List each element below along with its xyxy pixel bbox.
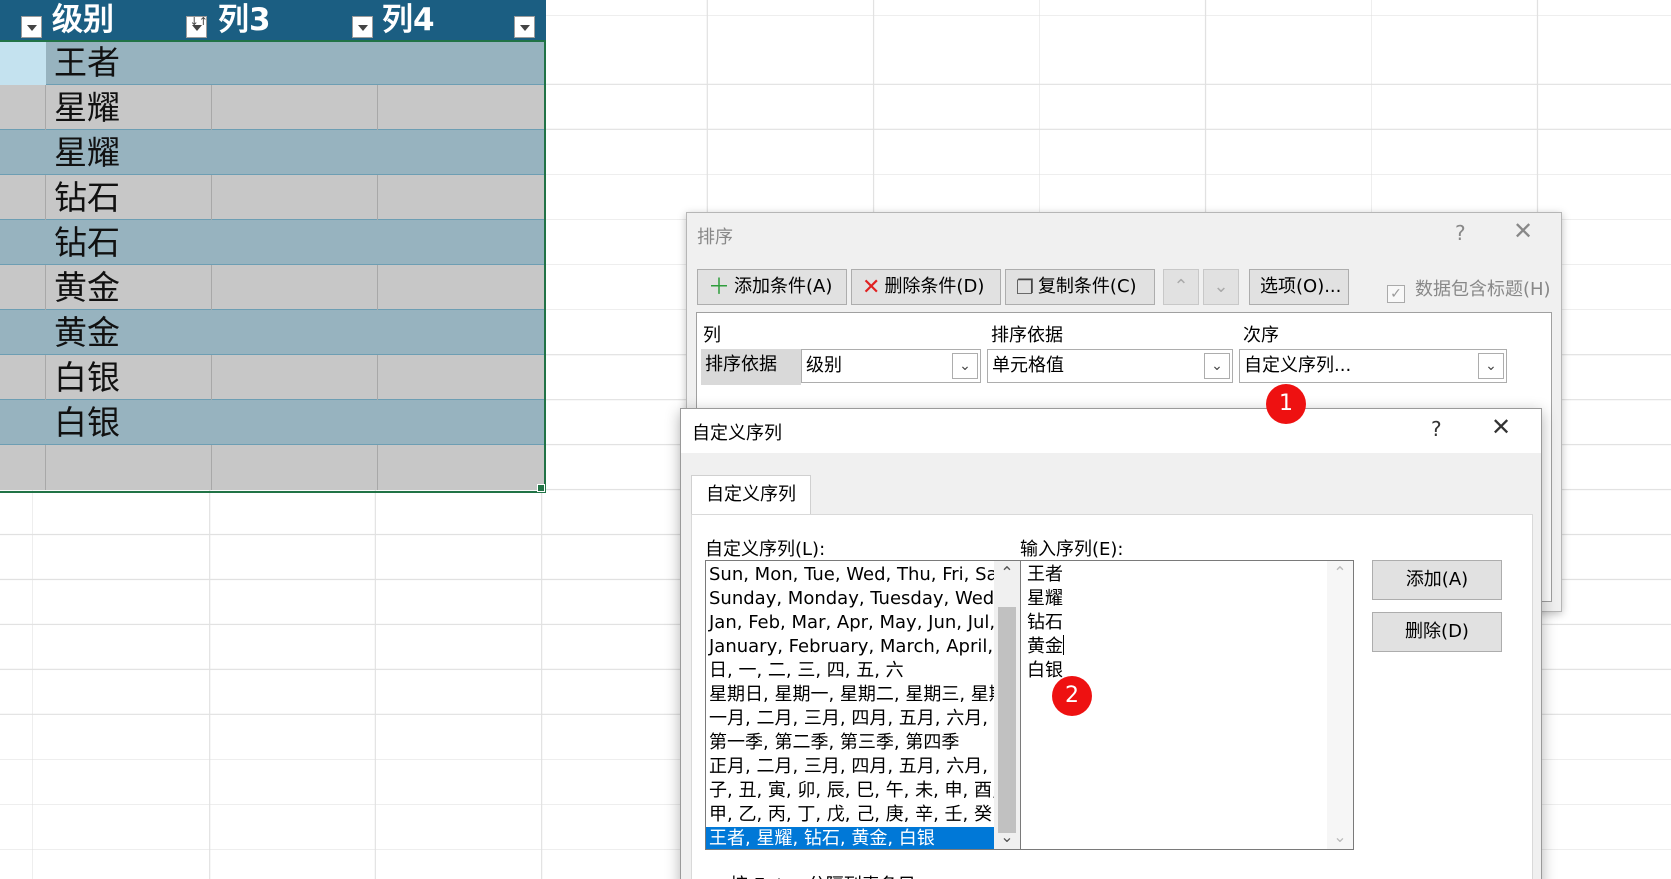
chevron-down-icon[interactable]: ⌄ [1204,353,1230,379]
delete-condition-label: 删除条件(D) [884,276,985,297]
entry-line-text: 黄金 [1027,636,1063,657]
column-header-col: 列 [703,325,721,346]
column-header-order: 次序 [1243,325,1279,346]
filter-dropdown-icon[interactable] [514,16,535,38]
table-resize-handle[interactable] [537,484,545,492]
chevron-down-icon[interactable]: ⌄ [1478,353,1504,379]
chevron-down-icon[interactable]: ⌄ [1327,825,1353,849]
custom-lists-label: 自定义序列(L): [705,539,826,560]
sort-arrow-icon: ↓↑ [189,15,208,28]
tab-custom-lists[interactable]: 自定义序列 [691,475,811,515]
add-button[interactable]: 添加(A) [1372,560,1502,600]
lists-scrollbar[interactable]: ⌃ ⌄ [994,561,1020,849]
close-icon[interactable]: ✕ [1513,217,1533,245]
move-down-button[interactable]: ⌄ [1203,269,1239,305]
selection-border [0,40,546,493]
close-icon[interactable]: ✕ [1491,413,1511,441]
list-item[interactable]: 第一季, 第二季, 第三季, 第四季 [706,731,994,755]
filter-dropdown-icon[interactable] [352,16,373,38]
copy-icon: ❐ [1016,275,1034,299]
sort-on-select[interactable]: 单元格值 ⌄ [987,349,1233,383]
excel-window: 级别 ↓↑ 列3 列4 王者 星耀 星耀 钻石 钻石 黄金 黄金 白银 白银 排… [0,0,1671,879]
list-item[interactable]: 星期日, 星期一, 星期二, 星期三, 星期四, 星期五, 星期六 [706,683,994,707]
list-item[interactable]: 正月, 二月, 三月, 四月, 五月, 六月, 七月, 八月, 九月, 十月, … [706,755,994,779]
custom-lists-listbox[interactable]: Sun, Mon, Tue, Wed, Thu, Fri, Sat Sunday… [705,560,1021,850]
list-item[interactable]: January, February, March, April, May, Ju… [706,635,994,659]
order-select[interactable]: 自定义序列... ⌄ [1239,349,1507,383]
has-headers-label: 数据包含标题(H) [1415,279,1551,300]
entry-line: 钻石 [1027,612,1063,633]
list-item[interactable]: 一月, 二月, 三月, 四月, 五月, 六月, 七月, 八月, 九月, 十月, … [706,707,994,731]
entries-scrollbar[interactable]: ⌃ ⌄ [1327,561,1353,849]
entry-line: 白银 [1027,660,1063,681]
sort-level-row[interactable]: 排序依据 级别 ⌄ 单元格值 ⌄ 自定义序列... ⌄ [697,349,1551,387]
list-item[interactable]: Jan, Feb, Mar, Apr, May, Jun, Jul, Aug, … [706,611,994,635]
list-item[interactable]: 子, 丑, 寅, 卯, 辰, 巳, 午, 未, 申, 酉, 戌, 亥 [706,779,994,803]
custom-list-dialog: 自定义序列 ? ✕ 自定义序列 自定义序列(L): 输入序列(E): Sun, … [680,408,1542,879]
options-button[interactable]: 选项(O)... [1249,269,1349,305]
list-item[interactable]: Sun, Mon, Tue, Wed, Thu, Fri, Sat [706,563,994,587]
plus-icon: ＋ [708,275,731,300]
help-icon[interactable]: ? [1431,417,1442,441]
tab-panel: 自定义序列(L): 输入序列(E): Sun, Mon, Tue, Wed, T… [691,514,1533,879]
list-item-selected[interactable]: 王者, 星耀, 钻石, 黄金, 白银 [706,827,994,849]
delete-button[interactable]: 删除(D) [1372,612,1502,652]
chevron-down-icon[interactable]: ⌄ [952,353,978,379]
chevron-up-icon: ⌃ [1173,276,1189,297]
list-item[interactable]: Sunday, Monday, Tuesday, Wednesday, Thur… [706,587,994,611]
step-badge-1: 1 [1266,384,1306,424]
chevron-up-icon[interactable]: ⌃ [1327,561,1353,585]
options-label: 选项(O)... [1260,276,1342,297]
column-select-value: 级别 [806,355,842,376]
column-header-sort-on: 排序依据 [991,325,1063,346]
sort-on-select-value: 单元格值 [992,355,1064,376]
text-caret [1063,635,1064,655]
scrollbar-thumb[interactable] [998,607,1016,833]
header-cell-level[interactable]: 级别 [52,0,114,40]
filter-dropdown-icon[interactable] [21,16,42,38]
data-table: 级别 ↓↑ 列3 列4 王者 星耀 星耀 钻石 钻石 黄金 黄金 白银 白银 [0,0,546,493]
list-entries-label: 输入序列(E): [1020,539,1124,560]
delete-condition-button[interactable]: ✕ 删除条件(D) [851,269,1001,305]
dialog-body: 自定义序列 自定义序列(L): 输入序列(E): Sun, Mon, Tue, … [681,453,1541,879]
chevron-down-icon[interactable]: ⌄ [994,825,1020,849]
delete-x-icon: ✕ [862,275,881,300]
add-condition-label: 添加条件(A) [734,276,833,297]
dialog-title: 自定义序列 [692,423,782,444]
chevron-up-icon[interactable]: ⌃ [994,561,1020,585]
chevron-down-icon: ⌄ [1213,276,1229,297]
column-select[interactable]: 级别 ⌄ [801,349,981,383]
copy-condition-button[interactable]: ❐ 复制条件(C) [1005,269,1155,305]
has-headers-checkbox[interactable]: ✓ 数据包含标题(H) [1387,275,1551,303]
sort-filter-dropdown-icon[interactable]: ↓↑ [186,15,208,38]
help-icon[interactable]: ? [1455,221,1466,245]
hint-text: 按 Enter 分隔列表条目。 [730,871,934,879]
list-item[interactable]: 甲, 乙, 丙, 丁, 戊, 己, 庚, 辛, 壬, 癸 [706,803,994,827]
header-cell-col3[interactable]: 列3 [218,0,271,40]
order-select-value: 自定义序列... [1244,355,1352,376]
copy-condition-label: 复制条件(C) [1037,276,1137,297]
entry-line: 王者 [1027,564,1063,585]
dialog-title: 排序 [697,227,733,248]
entry-line: 星耀 [1027,588,1063,609]
sort-by-label: 排序依据 [701,349,801,385]
header-cell-col4[interactable]: 列4 [382,0,435,40]
add-condition-button[interactable]: ＋添加条件(A) [697,269,847,305]
checkmark-icon: ✓ [1387,285,1405,303]
list-item[interactable]: 日, 一, 二, 三, 四, 五, 六 [706,659,994,683]
entry-line: 黄金 [1027,635,1064,659]
step-badge-2: 2 [1052,676,1092,716]
move-up-button[interactable]: ⌃ [1163,269,1199,305]
